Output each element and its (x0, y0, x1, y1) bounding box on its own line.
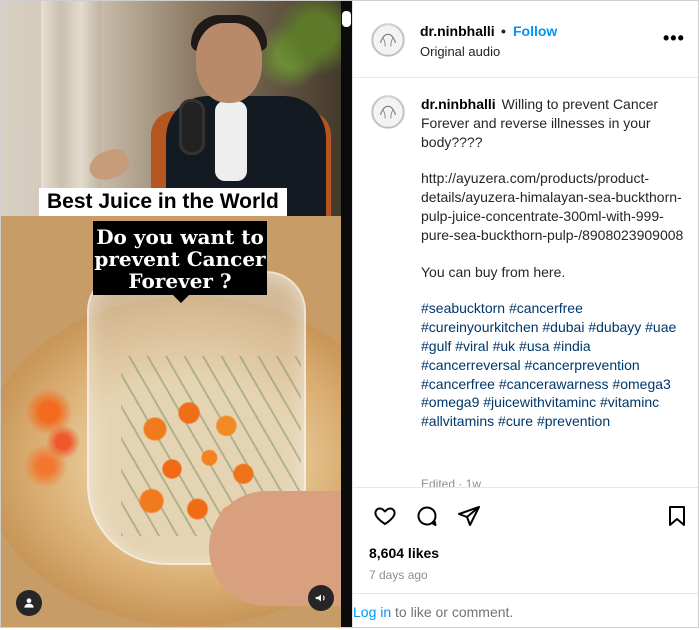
scroll-handle[interactable] (342, 11, 351, 27)
plant (262, 1, 352, 111)
post-date[interactable]: 7 days ago (369, 568, 428, 582)
volume-icon[interactable] (308, 585, 334, 611)
divider (353, 593, 698, 594)
heart-icon (374, 507, 396, 525)
action-bar (353, 491, 698, 541)
video-top-scene (1, 1, 352, 216)
post-window: Best Juice in the World Do you want to p… (0, 0, 699, 628)
likes-count[interactable]: 8,604 likes (369, 545, 439, 561)
save-button[interactable] (659, 498, 695, 534)
video-caption-question: Do you want to prevent Cancer Forever ? (93, 221, 267, 295)
original-audio-link[interactable]: Original audio (420, 44, 500, 59)
caption-notch (171, 293, 191, 303)
comment-icon (417, 506, 437, 526)
like-button[interactable] (367, 498, 403, 534)
avatar[interactable] (371, 95, 405, 129)
follow-button[interactable]: Follow (513, 23, 557, 39)
hashtags[interactable]: #seabucktorn #cancerfree #cureinyourkitc… (421, 299, 691, 431)
scroll-strip (341, 1, 352, 627)
post-panel: dr.ninbhalli • Follow Original audio •••… (352, 1, 698, 627)
hashtags-text[interactable]: #seabucktorn #cancerfree #cureinyourkitc… (421, 300, 676, 429)
post-caption: dr.ninbhalli Willing to prevent Cancer Fo… (421, 95, 691, 431)
share-button[interactable] (451, 498, 487, 534)
caption-area: dr.ninbhalli Willing to prevent Cancer Fo… (353, 77, 698, 487)
comment-button[interactable] (409, 498, 445, 534)
presenter-head (196, 23, 262, 103)
author-username[interactable]: dr.ninbhalli (420, 23, 495, 39)
header-separator: • (501, 23, 506, 39)
edited-timestamp: Edited · 1w (421, 477, 482, 487)
avatar[interactable] (371, 23, 405, 57)
login-prompt: Log in to like or comment. (353, 604, 513, 620)
more-options-icon[interactable]: ••• (663, 28, 685, 49)
microphone (179, 99, 205, 155)
buy-line: You can buy from here. (421, 263, 566, 280)
presenter-shirt (215, 101, 247, 181)
user-icon[interactable] (16, 590, 42, 616)
curtain (41, 1, 101, 216)
login-rest: to like or comment. (391, 604, 514, 620)
product-link: http://ayuzera.com/products/product-deta… (421, 170, 684, 243)
divider (353, 487, 698, 488)
bookmark-icon (669, 506, 685, 526)
caption-username[interactable]: dr.ninbhalli (421, 96, 496, 112)
paper-plane-icon (458, 506, 480, 526)
video-caption-top: Best Juice in the World (39, 188, 287, 216)
post-header: dr.ninbhalli • Follow Original audio ••• (353, 1, 698, 78)
reel-video[interactable]: Best Juice in the World Do you want to p… (1, 1, 352, 627)
login-link[interactable]: Log in (353, 604, 391, 620)
orange-flowers (21, 376, 91, 496)
